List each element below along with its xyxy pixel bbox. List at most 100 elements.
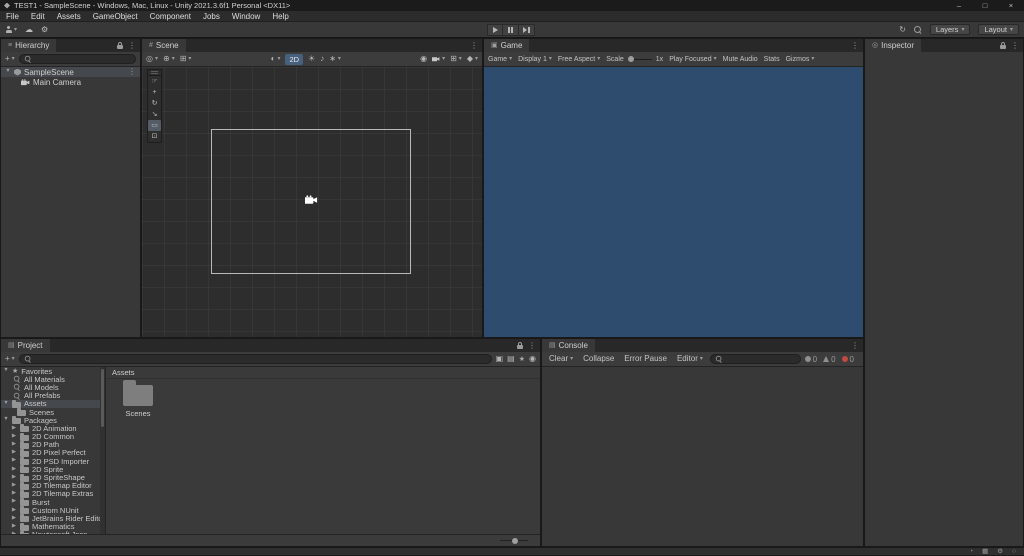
- console-status-icon[interactable]: ○: [1012, 548, 1016, 556]
- step-button[interactable]: [519, 24, 535, 36]
- menu-edit[interactable]: Edit: [25, 11, 51, 22]
- scale-slider-knob[interactable]: [627, 56, 634, 62]
- transform-tool-button[interactable]: ⊡: [148, 131, 161, 142]
- cache-server-icon[interactable]: ▦: [982, 548, 988, 556]
- cloud-services-button[interactable]: ☁: [25, 25, 33, 34]
- expand-icon[interactable]: ▶: [11, 466, 17, 473]
- expand-icon[interactable]: ▶: [11, 499, 17, 505]
- expand-icon[interactable]: ▶: [11, 507, 17, 514]
- error-pause-toggle[interactable]: Error Pause: [621, 355, 670, 363]
- hidden-packages-button[interactable]: ◉: [529, 355, 536, 363]
- scale-slider[interactable]: [627, 56, 652, 62]
- pause-button[interactable]: [503, 24, 519, 36]
- game-view-dropdown[interactable]: Game ▾: [485, 56, 515, 63]
- expand-icon[interactable]: ▶: [11, 450, 17, 456]
- save-search-button[interactable]: ★: [519, 356, 525, 363]
- asset-tile-scenes[interactable]: Scenes: [118, 380, 158, 418]
- rect-tool-button[interactable]: ▭: [148, 120, 161, 131]
- code-optimization-icon[interactable]: ⚙: [997, 548, 1003, 556]
- draw-mode-dropdown[interactable]: ◐ ▾: [271, 55, 281, 63]
- menu-window[interactable]: Window: [226, 11, 266, 22]
- camera-gizmo-icon[interactable]: [305, 195, 318, 205]
- project-create-button[interactable]: + ▾: [5, 355, 15, 363]
- scale-tool-button[interactable]: ↘: [148, 109, 161, 120]
- menu-jobs[interactable]: Jobs: [197, 11, 226, 22]
- expand-icon[interactable]: ▶: [11, 515, 17, 522]
- layout-dropdown[interactable]: Layout ▾: [978, 24, 1019, 35]
- error-filter-toggle[interactable]: 0: [841, 355, 854, 364]
- pivot-rotation-dropdown[interactable]: ⊕ ▾: [163, 55, 175, 63]
- tab-project[interactable]: ▤ Project: [1, 339, 50, 352]
- console-search-input[interactable]: [709, 354, 801, 364]
- expand-icon[interactable]: ▶: [11, 482, 17, 489]
- view-tool-button[interactable]: ☞: [148, 76, 161, 87]
- project-content[interactable]: Assets Scenes: [106, 367, 540, 534]
- account-dropdown[interactable]: ▾: [5, 25, 17, 34]
- hierarchy-create-button[interactable]: + ▾: [5, 55, 15, 63]
- expand-icon[interactable]: ▼: [3, 401, 9, 407]
- tab-hierarchy[interactable]: ≡ Hierarchy: [1, 39, 57, 52]
- panel-menu-icon[interactable]: ⋮: [1011, 41, 1019, 50]
- expand-icon[interactable]: ▶: [11, 474, 17, 481]
- scrollbar-thumb[interactable]: [101, 369, 104, 427]
- display-dropdown[interactable]: Display 1 ▾: [515, 56, 555, 63]
- thumbnail-zoom-slider[interactable]: [500, 537, 528, 544]
- project-search-input[interactable]: [18, 354, 492, 364]
- tree-row-package[interactable]: ▶ 2D Tilemap Extras: [1, 489, 105, 498]
- menu-component[interactable]: Component: [144, 11, 197, 22]
- snap-settings-dropdown[interactable]: ⊞ ▾: [180, 55, 192, 63]
- effects-dropdown[interactable]: ∗ ▾: [329, 55, 341, 63]
- maximize-button[interactable]: □: [972, 0, 998, 11]
- scene-visibility-toggle[interactable]: ◉: [420, 55, 427, 63]
- hierarchy-row-scene[interactable]: ▼ SampleScene ⋮: [1, 67, 140, 77]
- info-filter-toggle[interactable]: 0: [804, 355, 817, 364]
- zoom-slider-knob[interactable]: [512, 537, 518, 544]
- expand-icon[interactable]: ▶: [11, 433, 17, 440]
- rotate-tool-button[interactable]: ↻: [148, 98, 161, 109]
- editor-dropdown[interactable]: Editor ▾: [674, 355, 706, 363]
- tab-game[interactable]: ▣ Game: [484, 39, 530, 52]
- collapse-toggle[interactable]: Collapse: [580, 355, 617, 363]
- camera-settings-dropdown[interactable]: ▾: [432, 56, 445, 62]
- search-by-label-button[interactable]: ▤: [507, 355, 515, 363]
- lighting-toggle[interactable]: ☀: [308, 55, 315, 63]
- play-focused-dropdown[interactable]: Play Focused ▾: [666, 56, 719, 63]
- move-tool-button[interactable]: +: [148, 87, 161, 98]
- grid-visibility-dropdown[interactable]: ⊞ ▾: [450, 55, 462, 63]
- expand-icon[interactable]: ▶: [11, 425, 17, 432]
- game-gizmos-dropdown[interactable]: Gizmos ▾: [783, 56, 818, 63]
- expand-icon[interactable]: ▼: [3, 417, 9, 423]
- panel-menu-icon[interactable]: ⋮: [851, 41, 859, 50]
- activity-indicator-icon[interactable]: ◔: [969, 548, 973, 556]
- tab-inspector[interactable]: ◎ Inspector: [865, 39, 922, 52]
- panel-menu-icon[interactable]: ⋮: [128, 41, 136, 50]
- tab-console[interactable]: ▤ Console: [542, 339, 595, 352]
- scene-menu-icon[interactable]: ⋮: [128, 68, 136, 76]
- expand-icon[interactable]: ▼: [5, 69, 11, 75]
- menu-gameobject[interactable]: GameObject: [87, 11, 144, 22]
- expand-icon[interactable]: ▼: [3, 368, 9, 374]
- search-button[interactable]: [913, 25, 922, 34]
- lock-icon[interactable]: [1000, 41, 1006, 49]
- layers-dropdown[interactable]: Layers ▾: [929, 24, 971, 35]
- aspect-ratio-dropdown[interactable]: Free Aspect ▾: [555, 56, 603, 63]
- tab-scene[interactable]: # Scene: [142, 39, 186, 52]
- play-button[interactable]: [487, 24, 503, 36]
- mute-audio-toggle[interactable]: Mute Audio: [720, 56, 761, 63]
- undo-history-button[interactable]: ↻: [899, 25, 906, 34]
- hierarchy-search-input[interactable]: [18, 54, 136, 64]
- menu-file[interactable]: File: [0, 11, 25, 22]
- game-viewport[interactable]: [484, 67, 863, 337]
- tree-row-all-prefabs[interactable]: All Prefabs: [1, 391, 105, 400]
- warning-filter-toggle[interactable]: 0: [823, 355, 836, 364]
- audio-toggle[interactable]: ♪: [320, 55, 324, 63]
- menu-help[interactable]: Help: [266, 11, 294, 22]
- panel-menu-icon[interactable]: ⋮: [851, 341, 859, 350]
- preferences-button[interactable]: ⚙: [41, 25, 48, 34]
- panel-menu-icon[interactable]: ⋮: [528, 341, 536, 350]
- mode-2d-toggle[interactable]: 2D: [285, 53, 304, 65]
- clear-dropdown[interactable]: Clear ▾: [546, 355, 576, 363]
- hierarchy-row-main-camera[interactable]: Main Camera: [1, 77, 140, 87]
- lock-icon[interactable]: [517, 341, 523, 349]
- expand-icon[interactable]: ▶: [11, 442, 17, 448]
